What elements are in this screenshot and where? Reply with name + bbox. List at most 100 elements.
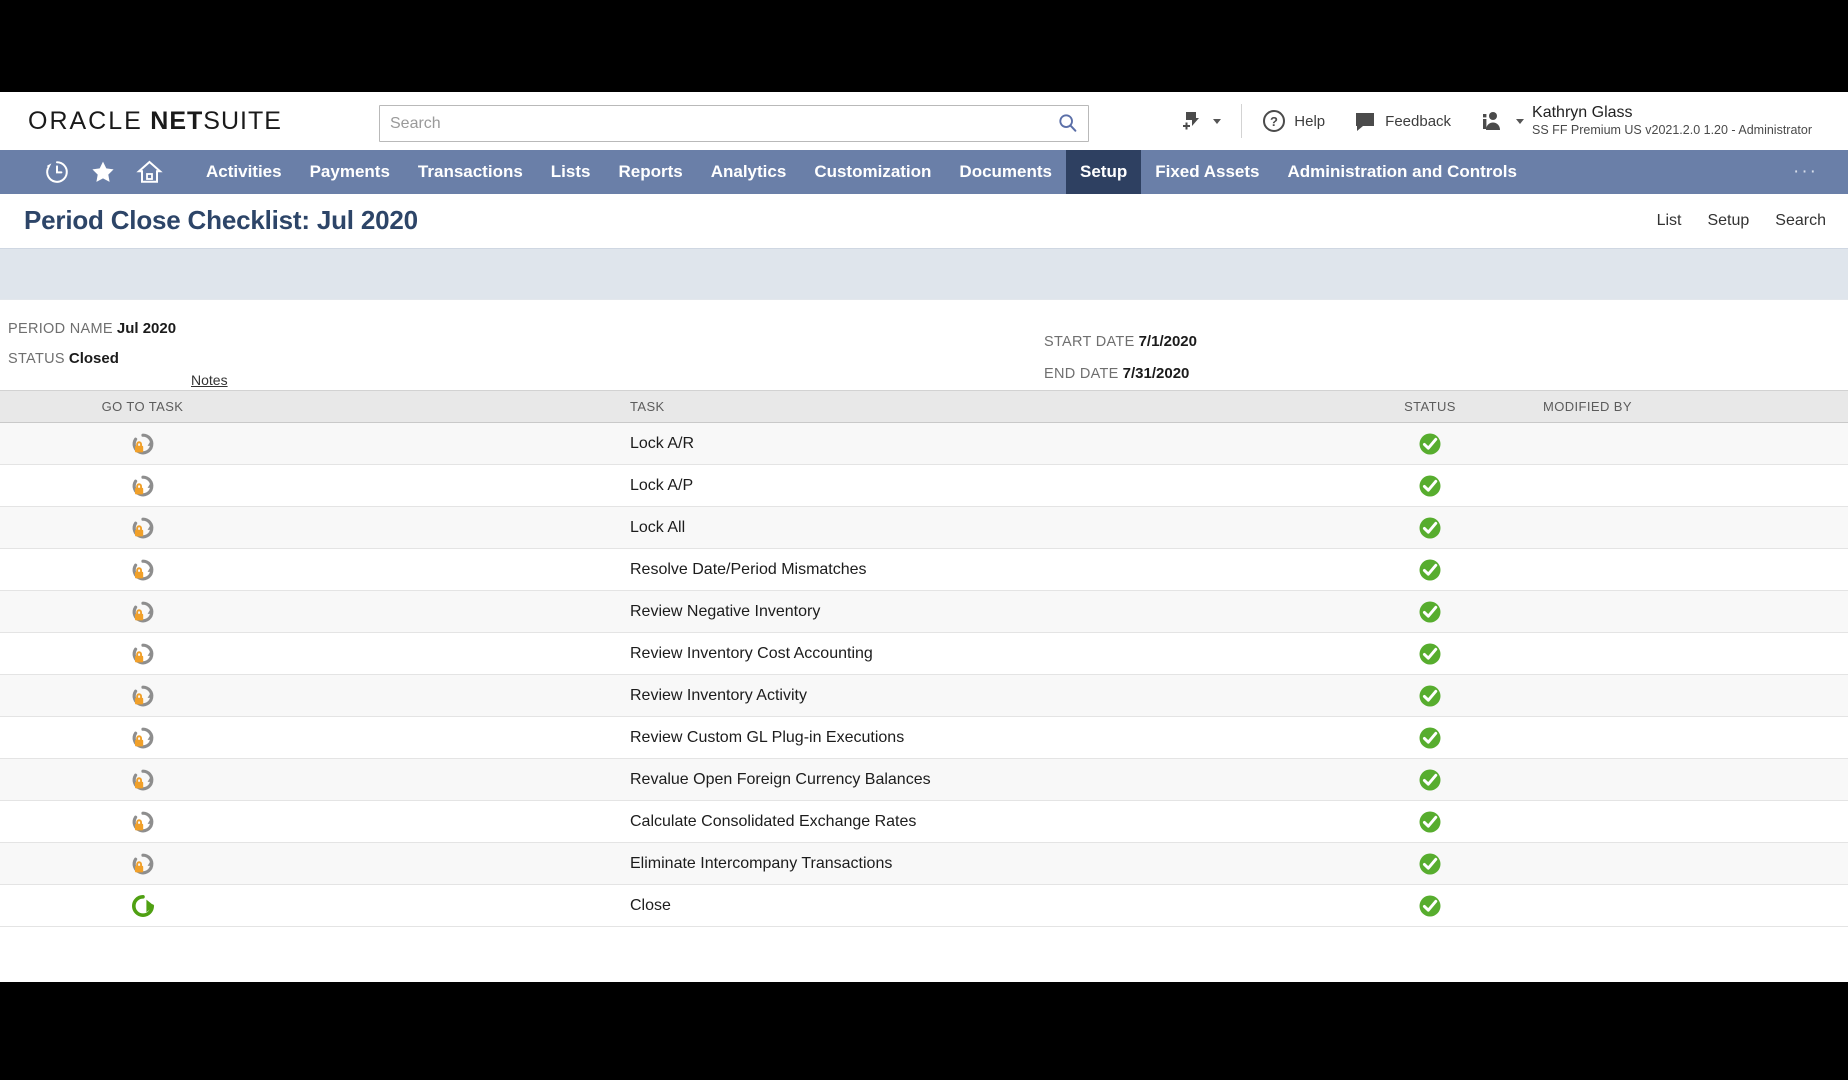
table-row[interactable]: Lock A/R	[0, 423, 1848, 465]
cell-task[interactable]: Eliminate Intercompany Transactions	[285, 843, 1345, 885]
lock-task-icon[interactable]	[0, 431, 285, 457]
global-search	[379, 105, 1089, 142]
help-button[interactable]: ? Help	[1248, 109, 1339, 133]
nav-item-payments[interactable]: Payments	[296, 150, 404, 194]
nav-item-setup[interactable]: Setup	[1066, 150, 1141, 194]
cell-go-to-task[interactable]	[0, 717, 285, 759]
cell-status	[1345, 801, 1515, 843]
user-menu-caret-icon	[1516, 119, 1524, 124]
column-header-go-to-task[interactable]: GO TO TASK	[0, 391, 285, 423]
nav-item-documents[interactable]: Documents	[945, 150, 1066, 194]
cell-task[interactable]: Revalue Open Foreign Currency Balances	[285, 759, 1345, 801]
feedback-button[interactable]: Feedback	[1339, 109, 1465, 133]
nav-item-activities[interactable]: Activities	[192, 150, 296, 194]
table-row[interactable]: Lock All	[0, 507, 1848, 549]
cell-modified-by	[1515, 717, 1848, 759]
logo-oracle-text: ORACLE	[28, 107, 143, 135]
cell-task[interactable]: Calculate Consolidated Exchange Rates	[285, 801, 1345, 843]
nav-item-fixed-assets[interactable]: Fixed Assets	[1141, 150, 1273, 194]
cell-task[interactable]: Lock A/P	[285, 465, 1345, 507]
lock-task-icon[interactable]	[0, 809, 285, 835]
shortcuts-button[interactable]	[80, 150, 126, 194]
lock-task-icon[interactable]	[0, 515, 285, 541]
nav-overflow-button[interactable]: ···	[1785, 150, 1826, 194]
table-row[interactable]: Review Custom GL Plug-in Executions	[0, 717, 1848, 759]
user-menu[interactable]: Kathryn Glass SS FF Premium US v2021.2.0…	[1465, 103, 1826, 139]
cell-modified-by	[1515, 759, 1848, 801]
cell-go-to-task[interactable]	[0, 549, 285, 591]
cell-go-to-task[interactable]	[0, 843, 285, 885]
cell-go-to-task[interactable]	[0, 507, 285, 549]
table-row[interactable]: Revalue Open Foreign Currency Balances	[0, 759, 1848, 801]
table-row[interactable]: Lock A/P	[0, 465, 1848, 507]
table-row[interactable]: Review Inventory Activity	[0, 675, 1848, 717]
check-complete-icon	[1345, 852, 1515, 876]
table-row[interactable]: Resolve Date/Period Mismatches	[0, 549, 1848, 591]
quick-add-menu[interactable]	[1166, 109, 1235, 133]
help-icon: ?	[1262, 109, 1286, 133]
column-header-task[interactable]: TASK	[285, 391, 1345, 423]
recent-records-button[interactable]	[34, 150, 80, 194]
notes-link[interactable]: Notes	[191, 372, 228, 388]
end-date-label: END DATE	[1044, 366, 1119, 382]
cell-task[interactable]: Review Negative Inventory	[285, 591, 1345, 633]
cell-status	[1345, 423, 1515, 465]
field-end-date: END DATE 7/31/2020	[1044, 358, 1197, 390]
cell-modified-by	[1515, 423, 1848, 465]
cell-task[interactable]: Lock All	[285, 507, 1345, 549]
cell-modified-by	[1515, 591, 1848, 633]
lock-task-icon[interactable]	[0, 725, 285, 751]
nav-item-analytics[interactable]: Analytics	[697, 150, 801, 194]
table-row[interactable]: Close	[0, 885, 1848, 927]
table-row[interactable]: Eliminate Intercompany Transactions	[0, 843, 1848, 885]
record-summary-fields: PERIOD NAME Jul 2020 STATUS Closed START…	[0, 300, 1848, 390]
cell-go-to-task[interactable]	[0, 465, 285, 507]
check-complete-icon	[1345, 558, 1515, 582]
search-input[interactable]	[379, 105, 1089, 142]
start-date-label: START DATE	[1044, 334, 1135, 350]
cell-task[interactable]: Review Inventory Activity	[285, 675, 1345, 717]
page-header: Period Close Checklist: Jul 2020 List Se…	[0, 194, 1848, 248]
cell-go-to-task[interactable]	[0, 591, 285, 633]
cell-go-to-task[interactable]	[0, 633, 285, 675]
cell-task[interactable]: Review Custom GL Plug-in Executions	[285, 717, 1345, 759]
status-label: STATUS	[8, 351, 65, 367]
cell-go-to-task[interactable]	[0, 675, 285, 717]
home-button[interactable]	[126, 150, 172, 194]
cell-task[interactable]: Resolve Date/Period Mismatches	[285, 549, 1345, 591]
nav-item-transactions[interactable]: Transactions	[404, 150, 537, 194]
cell-modified-by	[1515, 675, 1848, 717]
cell-go-to-task[interactable]	[0, 885, 285, 927]
lock-task-icon[interactable]	[0, 767, 285, 793]
table-row[interactable]: Review Inventory Cost Accounting	[0, 633, 1848, 675]
primary-navigation: Activities Payments Transactions Lists R…	[0, 150, 1848, 194]
column-header-modified-by[interactable]: MODIFIED BY	[1515, 391, 1848, 423]
link-list[interactable]: List	[1657, 212, 1682, 230]
nav-item-customization[interactable]: Customization	[800, 150, 945, 194]
cell-go-to-task[interactable]	[0, 801, 285, 843]
lock-task-icon[interactable]	[0, 473, 285, 499]
link-search[interactable]: Search	[1775, 212, 1826, 230]
table-row[interactable]: Review Negative Inventory	[0, 591, 1848, 633]
nav-item-reports[interactable]: Reports	[604, 150, 696, 194]
lock-task-icon[interactable]	[0, 641, 285, 667]
oracle-netsuite-logo[interactable]: ORACLE NETSUITE	[28, 107, 282, 136]
cell-task[interactable]: Close	[285, 885, 1345, 927]
cell-task[interactable]: Lock A/R	[285, 423, 1345, 465]
cell-go-to-task[interactable]	[0, 759, 285, 801]
close-period-icon[interactable]	[0, 893, 285, 919]
nav-item-lists[interactable]: Lists	[537, 150, 605, 194]
cell-task[interactable]: Review Inventory Cost Accounting	[285, 633, 1345, 675]
column-header-status[interactable]: STATUS	[1345, 391, 1515, 423]
lock-task-icon[interactable]	[0, 683, 285, 709]
check-complete-icon	[1345, 516, 1515, 540]
link-setup[interactable]: Setup	[1707, 212, 1749, 230]
lock-task-icon[interactable]	[0, 599, 285, 625]
table-row[interactable]: Calculate Consolidated Exchange Rates	[0, 801, 1848, 843]
lock-task-icon[interactable]	[0, 557, 285, 583]
record-date-fields: START DATE 7/1/2020 END DATE 7/31/2020	[1044, 326, 1197, 390]
lock-task-icon[interactable]	[0, 851, 285, 877]
cell-go-to-task[interactable]	[0, 423, 285, 465]
feedback-icon	[1353, 109, 1377, 133]
nav-item-administration-and-controls[interactable]: Administration and Controls	[1273, 150, 1531, 194]
